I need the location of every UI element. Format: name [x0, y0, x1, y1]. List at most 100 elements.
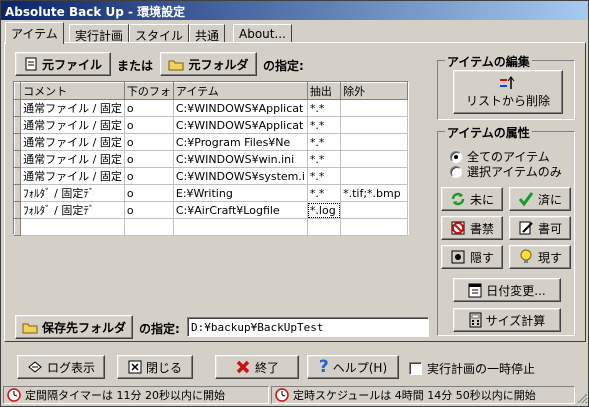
cell-comment[interactable]: 通常ファイル / 固定 — [20, 99, 125, 117]
tab-common[interactable]: 共通 — [189, 24, 226, 43]
cell-item[interactable]: C:¥WINDOWS¥Applicat — [173, 99, 308, 117]
cell-extract[interactable]: *.* — [307, 133, 342, 151]
folder-icon — [168, 60, 184, 70]
cell-comment[interactable] — [20, 218, 125, 236]
cell-exclude[interactable] — [340, 133, 408, 151]
col-header-comment[interactable]: コメント — [20, 82, 125, 100]
title-bar: Absolute Back Up - 環境設定 — [1, 1, 588, 20]
cell-comment[interactable]: ﾌｫﾙﾀﾞ / 固定ﾃﾞ — [20, 184, 125, 202]
cell-extract[interactable]: *.* — [307, 167, 342, 185]
cell-exclude[interactable] — [340, 201, 408, 219]
cell-subfolder[interactable]: o — [124, 133, 174, 151]
source-file-button[interactable]: 元ファイル — [15, 52, 111, 76]
cell-exclude[interactable] — [340, 116, 408, 134]
cell-subfolder[interactable]: o — [124, 201, 174, 219]
source-folder-button[interactable]: 元フォルダ — [160, 52, 257, 76]
cell-item[interactable] — [173, 218, 308, 236]
items-grid[interactable]: コメント 下のフォ アイテム 抽出 除外 通常ファイル / 固定 o C:¥WIND… — [13, 81, 409, 236]
window-title: Absolute Back Up - 環境設定 — [5, 5, 186, 19]
mark-undone-button[interactable]: 未に — [441, 187, 503, 211]
cell-exclude[interactable] — [340, 218, 408, 236]
show-log-button[interactable]: ログ表示 — [17, 355, 105, 379]
show-button[interactable]: 現す — [509, 245, 571, 269]
table-row[interactable]: ﾌｫﾙﾀﾞ / 固定ﾃﾞ o E:¥Writing *.* *.tif;*.bmp — [13, 184, 408, 202]
cell-extract[interactable] — [307, 218, 342, 236]
source-spec-label: の指定: — [263, 59, 304, 73]
cell-exclude[interactable] — [340, 150, 408, 168]
radio-indicator-on — [450, 150, 462, 163]
cell-item[interactable]: C:¥AirCraft¥Logfile — [173, 201, 308, 219]
refresh-icon — [451, 192, 465, 206]
table-row[interactable]: 通常ファイル / 固定 o C:¥Program Files¥Ne *.* — [13, 133, 408, 151]
calculate-size-button[interactable]: サイズ計算 — [453, 308, 561, 332]
write-allow-button[interactable]: 書可 — [509, 216, 571, 240]
write-protect-button[interactable]: 書禁 — [441, 216, 503, 240]
red-x-icon — [236, 360, 250, 374]
write-allow-icon — [519, 221, 533, 235]
cell-subfolder[interactable] — [124, 218, 174, 236]
cell-extract[interactable]: *.* — [307, 116, 342, 134]
cell-extract[interactable]: *.* — [307, 150, 342, 168]
tab-schedule[interactable]: 実行計画 — [69, 24, 130, 43]
cell-comment[interactable]: 通常ファイル / 固定 — [20, 116, 125, 134]
tab-style[interactable]: スタイル — [129, 24, 190, 43]
calculator-icon — [469, 312, 482, 328]
radio-selected-items[interactable]: 選択アイテムのみ — [450, 163, 562, 180]
table-row[interactable]: 通常ファイル / 固定 o C:¥WINDOWS¥win.ini *.* — [13, 150, 408, 168]
folder-icon — [22, 323, 38, 333]
remove-list-icon — [500, 75, 515, 89]
log-icon — [28, 361, 42, 373]
change-date-button[interactable]: 日付変更... — [453, 278, 561, 302]
table-row[interactable]: ﾌｫﾙﾀﾞ / 固定ﾃﾞ o C:¥AirCraft¥Logfile *.log — [13, 201, 408, 219]
help-button[interactable]: ? ヘルプ(H) — [307, 355, 399, 379]
col-header-subfolder[interactable]: 下のフォ — [123, 82, 174, 100]
table-row[interactable]: 通常ファイル / 固定 o C:¥WINDOWS¥Applicat *.* — [13, 99, 408, 117]
close-icon — [128, 360, 142, 374]
col-header-exclude[interactable]: 除外 — [340, 82, 408, 100]
table-row[interactable] — [13, 218, 408, 236]
cell-subfolder[interactable]: o — [124, 99, 174, 117]
no-write-icon — [451, 221, 465, 235]
cell-item[interactable]: C:¥WINDOWS¥win.ini — [173, 150, 308, 168]
checkbox-box — [409, 362, 422, 375]
remove-from-list-button[interactable]: リストから削除 — [453, 70, 563, 114]
help-question-icon: ? — [318, 357, 329, 377]
table-row[interactable]: 通常ファイル / 固定 o C:¥WINDOWS¥Applicat *.* — [13, 116, 408, 134]
col-header-extract[interactable]: 抽出 — [306, 82, 342, 100]
cell-exclude[interactable]: *.tif;*.bmp — [340, 184, 408, 202]
cell-extract[interactable]: *.log — [307, 201, 342, 219]
hide-button[interactable]: 隠す — [441, 245, 503, 269]
grid-header-row: コメント 下のフォ アイテム 抽出 除外 — [13, 82, 408, 100]
cell-exclude[interactable] — [340, 167, 408, 185]
cell-subfolder[interactable]: o — [124, 184, 174, 202]
hide-icon — [451, 250, 465, 264]
table-row[interactable]: 通常ファイル / 固定 o C:¥WINDOWS¥system.i *.* — [13, 167, 408, 185]
cell-subfolder[interactable]: o — [124, 167, 174, 185]
cell-comment[interactable]: 通常ファイル / 固定 — [20, 133, 125, 151]
mark-done-button[interactable]: 済に — [509, 187, 571, 211]
pause-schedule-checkbox[interactable]: 実行計画の一時停止 — [409, 360, 535, 377]
clock-icon — [275, 388, 289, 402]
cell-extract[interactable]: *.* — [307, 99, 342, 117]
close-button[interactable]: 閉じる — [117, 355, 193, 379]
destination-path-input[interactable] — [187, 317, 429, 337]
destination-folder-button[interactable]: 保存先フォルダ — [15, 315, 133, 339]
cell-subfolder[interactable]: o — [124, 150, 174, 168]
tab-about[interactable]: About... — [233, 24, 292, 43]
cell-item[interactable]: C:¥Program Files¥Ne — [173, 133, 308, 151]
cell-exclude[interactable] — [340, 99, 408, 117]
exit-button[interactable]: 終了 — [215, 355, 299, 379]
col-header-item[interactable]: アイテム — [172, 82, 308, 100]
cell-item[interactable]: C:¥WINDOWS¥Applicat — [173, 116, 308, 134]
cell-comment[interactable]: 通常ファイル / 固定 — [20, 150, 125, 168]
resize-grip[interactable] — [576, 392, 588, 404]
lightbulb-icon — [520, 249, 532, 263]
tab-items[interactable]: アイテム — [5, 22, 64, 44]
cell-subfolder[interactable]: o — [124, 116, 174, 134]
settings-window: Absolute Back Up - 環境設定 アイテム 実行計画 スタイル 共… — [0, 0, 589, 407]
cell-item[interactable]: C:¥WINDOWS¥system.i — [173, 167, 308, 185]
cell-item[interactable]: E:¥Writing — [173, 184, 308, 202]
cell-comment[interactable]: ﾌｫﾙﾀﾞ / 固定ﾃﾞ — [20, 201, 125, 219]
cell-comment[interactable]: 通常ファイル / 固定 — [20, 167, 125, 185]
cell-extract[interactable]: *.* — [307, 184, 342, 202]
